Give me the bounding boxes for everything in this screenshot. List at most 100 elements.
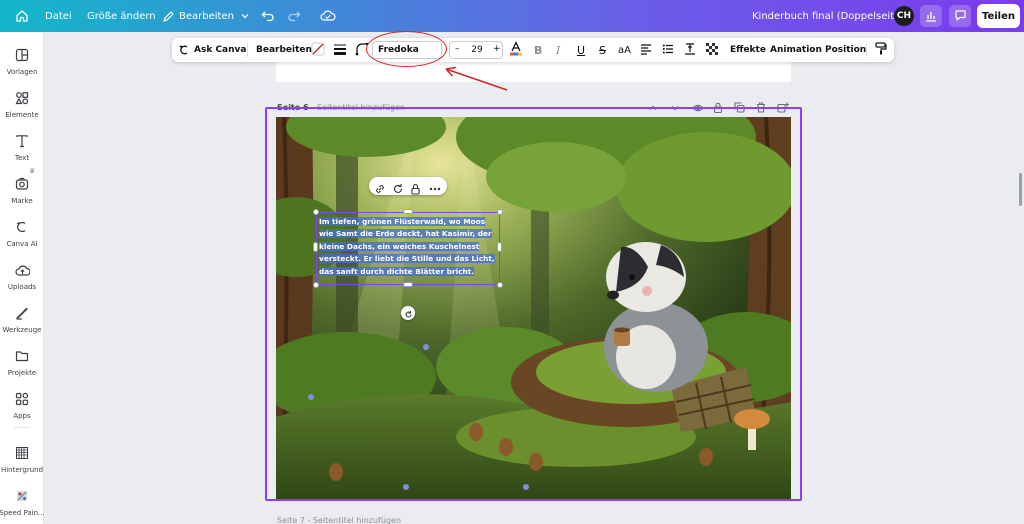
pencil-icon [160, 8, 176, 24]
share-button[interactable]: Teilen [977, 4, 1020, 28]
ask-canva-button[interactable]: Ask Canva [178, 38, 246, 62]
sidebar-item-label: Marke [11, 197, 33, 205]
sidebar-item-tools[interactable]: Werkzeuge [0, 304, 44, 334]
canva-ai-icon [13, 218, 31, 236]
edit-menu-label: Bearbeiten [179, 10, 234, 22]
comments-button[interactable] [949, 5, 971, 27]
top-bar: Datei Größe ändern Bearbeiten Kinderbuch… [0, 0, 1024, 32]
align-button[interactable] [640, 38, 652, 62]
file-menu[interactable]: Datei [45, 0, 72, 32]
sidebar-item-templates[interactable]: Vorlagen [0, 46, 44, 76]
toolbar-divider [247, 43, 248, 57]
sidebar-item-label: Projekte [7, 369, 37, 377]
apps-icon [13, 390, 31, 408]
vertical-scrollbar[interactable] [1019, 173, 1022, 206]
resize-handle-bottom-left[interactable] [313, 282, 319, 288]
story-text-box[interactable]: Im tiefen, grünen Flüsterwald, wo Moos w… [316, 212, 500, 285]
sidebar-item-uploads[interactable]: Uploads [0, 261, 44, 291]
sidebar-item-brand[interactable]: Marke [0, 175, 44, 205]
font-size-decrease-button[interactable]: – [455, 44, 460, 54]
transparency-icon [706, 42, 718, 58]
sidebar: Vorlagen Elemente Text ♛ Marke Canva AI … [0, 32, 45, 524]
sidebar-item-elements[interactable]: Elemente [0, 89, 44, 119]
resize-handle-top-right[interactable] [497, 209, 503, 215]
list-button[interactable] [662, 38, 674, 62]
bold-button[interactable]: B [534, 38, 542, 62]
story-text-line: versteckt. Er liebt die Stille und das L… [319, 254, 495, 264]
sidebar-item-projects[interactable]: Projekte [0, 347, 44, 377]
undo-icon [260, 8, 276, 24]
transparency-button[interactable] [706, 38, 718, 62]
sidebar-item-background[interactable]: Hintergrund [0, 444, 44, 474]
refresh-plus-icon[interactable] [392, 180, 404, 199]
link-icon[interactable] [374, 180, 386, 199]
sidebar-item-apps[interactable]: Apps [0, 390, 44, 420]
strikethrough-button[interactable]: S [599, 38, 606, 62]
redo-icon [286, 8, 302, 24]
effects-button[interactable]: Effekte [730, 38, 766, 62]
sidebar-item-label: Elemente [5, 111, 39, 119]
resize-handle-top[interactable] [403, 209, 413, 214]
font-size-input[interactable]: 29 [470, 45, 484, 55]
annotation-arrow [445, 66, 508, 91]
text-icon [13, 132, 31, 150]
paint-roller-icon [875, 42, 887, 58]
insights-button[interactable] [920, 5, 942, 27]
sidebar-item-text[interactable]: Text [0, 132, 44, 162]
sidebar-item-label: Apps [13, 412, 31, 420]
edit-menu[interactable]: Bearbeiten [160, 0, 253, 32]
story-text-line: wie Samt die Erde deckt, hat Kasimir, de… [319, 229, 492, 239]
resize-handle-top-left[interactable] [313, 209, 319, 215]
sidebar-item-label: Uploads [7, 283, 37, 291]
home-button[interactable] [14, 0, 30, 32]
redo-button[interactable] [286, 0, 302, 32]
position-button[interactable]: Position [825, 38, 866, 62]
crown-icon: ♛ [29, 167, 36, 175]
toolbar-divider [866, 43, 867, 57]
underline-button[interactable]: U [577, 38, 585, 62]
resize-handle-bottom-right[interactable] [497, 282, 503, 288]
undo-button[interactable] [260, 0, 276, 32]
spacing-button[interactable] [684, 38, 696, 62]
story-text-line: das sanft durch dichte Blätter bricht. [319, 266, 475, 276]
elements-icon [13, 89, 31, 107]
canva-ai-icon [178, 44, 190, 56]
text-color-none-button[interactable] [311, 38, 325, 62]
story-text-line: Im tiefen, grünen Flüsterwald, wo Moos [319, 217, 486, 226]
cloud-save-button[interactable] [320, 0, 336, 32]
text-color-button[interactable] [509, 38, 523, 62]
background-icon [13, 444, 31, 462]
next-page-title[interactable]: Seite 7 - Seitentitel hinzufügen [277, 516, 401, 524]
animation-button[interactable]: Animation [770, 38, 822, 62]
avatar[interactable]: CH [894, 6, 914, 26]
sidebar-divider [14, 427, 30, 428]
element-context-toolbar [369, 177, 447, 195]
resize-handle-right[interactable] [497, 242, 502, 252]
story-text[interactable]: Im tiefen, grünen Flüsterwald, wo Moos w… [317, 216, 499, 278]
sidebar-item-canva-ai[interactable]: Canva AI [0, 218, 44, 248]
sidebar-item-label: Canva AI [6, 240, 38, 248]
sidebar-item-speed-paint[interactable]: Speed Pain... [0, 487, 45, 517]
document-title[interactable]: Kinderbuch final (Doppelseitig) [752, 0, 907, 32]
brand-icon [13, 175, 31, 193]
resize-handle-left[interactable] [313, 242, 318, 252]
projects-icon [13, 347, 31, 365]
more-options-icon[interactable] [429, 180, 441, 199]
speed-paint-icon [13, 487, 31, 505]
sidebar-item-label: Speed Pain... [0, 509, 45, 517]
resize-menu[interactable]: Größe ändern [87, 0, 156, 32]
font-size-stepper: – 29 + [449, 41, 503, 59]
resize-handle-bottom[interactable] [403, 282, 413, 287]
templates-icon [13, 46, 31, 64]
line-weight-button[interactable] [333, 38, 347, 62]
copy-style-button[interactable] [875, 38, 887, 62]
font-size-increase-button[interactable]: + [493, 44, 501, 54]
sidebar-item-label: Text [14, 154, 30, 162]
lock-icon[interactable] [410, 180, 421, 199]
italic-button[interactable]: I [556, 38, 560, 62]
rotate-handle[interactable] [401, 306, 415, 320]
chevron-down-icon [237, 8, 253, 24]
no-fill-icon [311, 42, 325, 59]
letter-case-button[interactable]: aA [618, 38, 631, 62]
edit-button[interactable]: Bearbeiten [256, 38, 312, 62]
